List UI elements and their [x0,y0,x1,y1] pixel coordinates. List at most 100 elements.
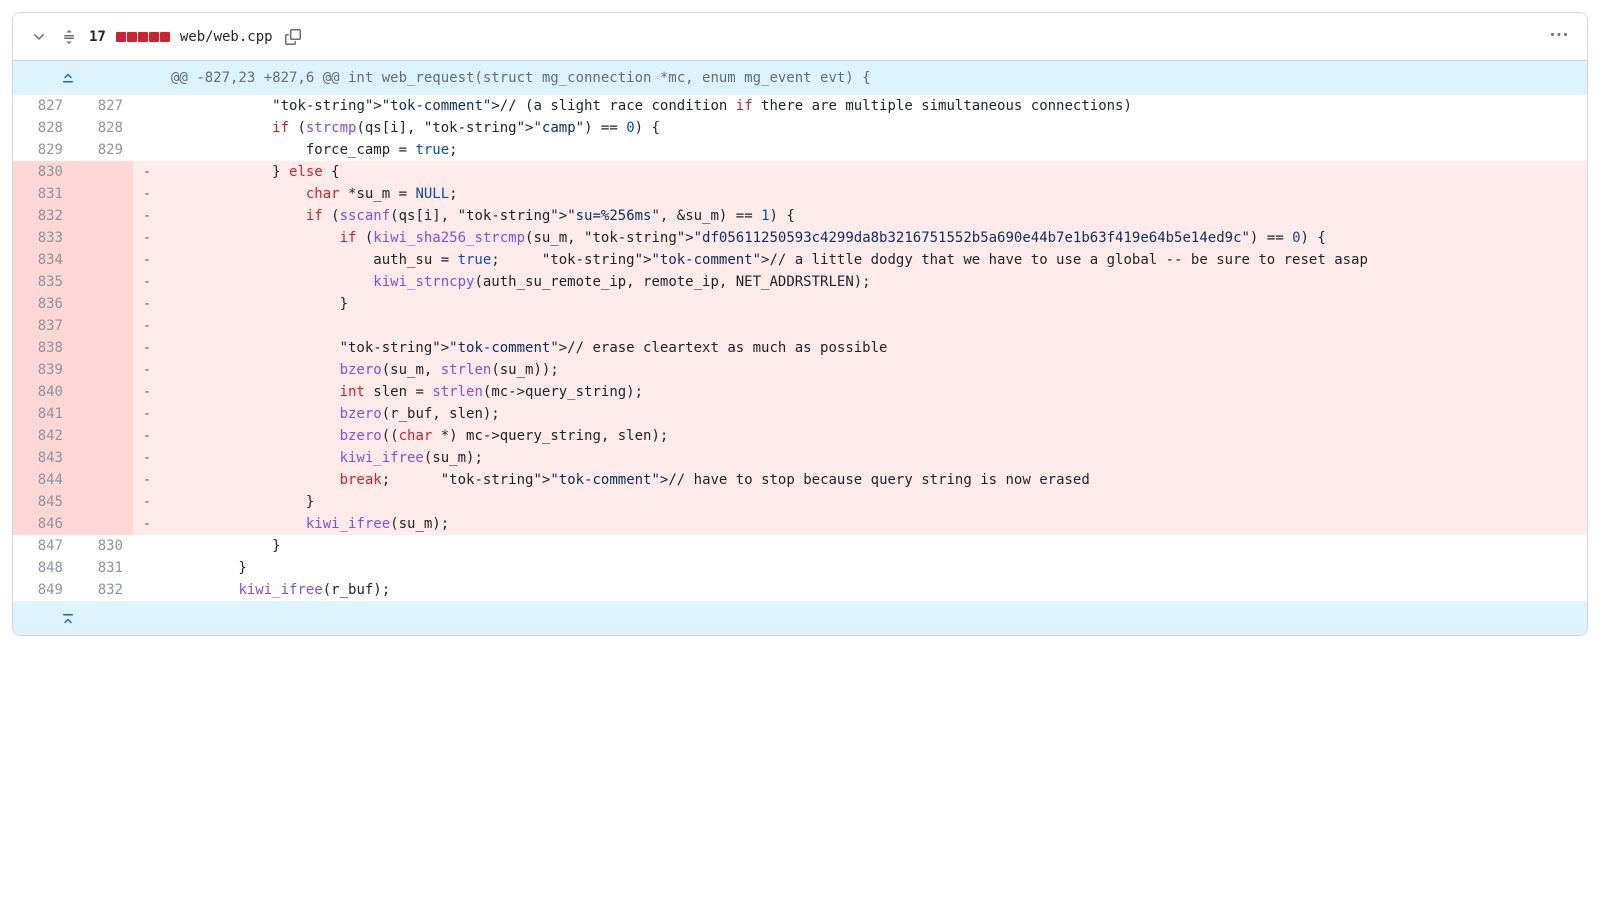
new-line-number[interactable] [73,469,133,491]
old-line-number[interactable]: 848 [13,557,73,579]
new-line-number[interactable]: 829 [73,139,133,161]
old-line-number[interactable]: 837 [13,315,73,337]
old-line-number[interactable]: 846 [13,513,73,535]
old-line-number[interactable]: 830 [13,161,73,183]
code-content: kiwi_strncpy(auth_su_remote_ip, remote_i… [161,271,1587,293]
code-content: kiwi_ifree(r_buf); [161,579,1587,601]
old-line-number[interactable]: 841 [13,403,73,425]
old-line-number[interactable]: 835 [13,271,73,293]
expand-up-icon [13,61,123,95]
line-marker: - [133,381,161,403]
diff-line-deletion: 834 - auth_su = true; "tok-string">"tok-c… [13,249,1587,271]
old-line-number[interactable]: 849 [13,579,73,601]
diff-file-header: 17 web/web.cpp [13,13,1587,61]
code-content: "tok-string">"tok-comment">// erase clea… [161,337,1587,359]
line-marker [133,535,161,557]
line-marker: - [133,249,161,271]
expand-down-cell[interactable] [13,601,133,635]
old-line-number[interactable]: 827 [13,95,73,117]
code-content: auth_su = true; "tok-string">"tok-commen… [161,249,1587,271]
diffstat-blocks[interactable] [116,32,170,42]
new-line-number[interactable] [73,249,133,271]
diff-line-context: 848831 } [13,557,1587,579]
new-line-number[interactable] [73,315,133,337]
diff-line-deletion: 832 - if (sscanf(qs[i], "tok-string">"su=… [13,205,1587,227]
old-line-number[interactable]: 847 [13,535,73,557]
old-line-number[interactable]: 839 [13,359,73,381]
diffstat-block-del [160,32,170,42]
new-line-number[interactable] [73,161,133,183]
line-marker [133,139,161,161]
old-line-number[interactable]: 831 [13,183,73,205]
new-line-number[interactable] [73,293,133,315]
new-line-number[interactable]: 832 [73,579,133,601]
hunk-marker [133,61,161,95]
file-path[interactable]: web/web.cpp [180,29,273,45]
diff-line-context: 827827 "tok-string">"tok-comment">// (a … [13,95,1587,117]
new-line-number[interactable]: 831 [73,557,133,579]
line-marker: - [133,205,161,227]
file-menu-icon[interactable] [1547,23,1571,50]
line-marker: - [133,315,161,337]
new-line-number[interactable] [73,205,133,227]
new-line-number[interactable] [73,359,133,381]
new-line-number[interactable] [73,271,133,293]
new-line-number[interactable] [73,425,133,447]
new-line-number[interactable] [73,183,133,205]
code-content: char *su_m = NULL; [161,183,1587,205]
diffstat-block-del [149,32,159,42]
diff-line-context: 829829 force_camp = true; [13,139,1587,161]
old-line-number[interactable]: 838 [13,337,73,359]
expand-up-cell[interactable] [13,61,133,95]
diff-line-deletion: 844- break; "tok-string">"tok-comment">/… [13,469,1587,491]
new-line-number[interactable] [73,227,133,249]
line-marker: - [133,227,161,249]
new-line-number[interactable] [73,513,133,535]
diff-line-deletion: 842- bzero((char *) mc->query_string, sl… [13,425,1587,447]
new-line-number[interactable]: 828 [73,117,133,139]
code-content: break; "tok-string">"tok-comment">// hav… [161,469,1587,491]
new-line-number[interactable] [73,491,133,513]
new-line-number[interactable] [73,381,133,403]
diff-line-deletion: 831- char *su_m = NULL; [13,183,1587,205]
line-marker: - [133,491,161,513]
code-content: "tok-string">"tok-comment">// (a slight … [161,95,1587,117]
old-line-number[interactable]: 836 [13,293,73,315]
new-line-number[interactable] [73,337,133,359]
old-line-number[interactable]: 832 [13,205,73,227]
code-content: } else { [161,161,1587,183]
diff-file-container: 17 web/web.cpp [12,12,1588,636]
line-marker: - [133,359,161,381]
new-line-number[interactable]: 830 [73,535,133,557]
code-content: if (sscanf(qs[i], "tok-string">"su=%256m… [161,205,1587,227]
old-line-number[interactable]: 843 [13,447,73,469]
old-line-number[interactable]: 840 [13,381,73,403]
collapse-toggle-icon[interactable] [29,27,49,47]
old-line-number[interactable]: 833 [13,227,73,249]
diff-table: @@ -827,23 +827,6 @@ int web_request(str… [13,61,1587,635]
old-line-number[interactable]: 842 [13,425,73,447]
expand-all-icon[interactable] [59,27,79,47]
new-line-number[interactable]: 827 [73,95,133,117]
old-line-number[interactable]: 844 [13,469,73,491]
diff-line-deletion: 837 - [13,315,1587,337]
new-line-number[interactable] [73,447,133,469]
diff-line-deletion: 830- } else { [13,161,1587,183]
code-content: } [161,535,1587,557]
old-line-number[interactable]: 834 [13,249,73,271]
line-marker: - [133,403,161,425]
line-marker: - [133,425,161,447]
code-content [161,315,1587,337]
old-line-number[interactable]: 829 [13,139,73,161]
code-content: bzero(su_m, strlen(su_m)); [161,359,1587,381]
diffstat-block-del [127,32,137,42]
copy-path-icon[interactable] [283,27,303,47]
code-content: } [161,557,1587,579]
expand-down-icon [13,601,123,635]
new-line-number[interactable] [73,403,133,425]
diffstat-block-del [138,32,148,42]
diff-line-deletion: 846- kiwi_ifree(su_m); [13,513,1587,535]
old-line-number[interactable]: 845 [13,491,73,513]
code-content: kiwi_ifree(su_m); [161,447,1587,469]
old-line-number[interactable]: 828 [13,117,73,139]
